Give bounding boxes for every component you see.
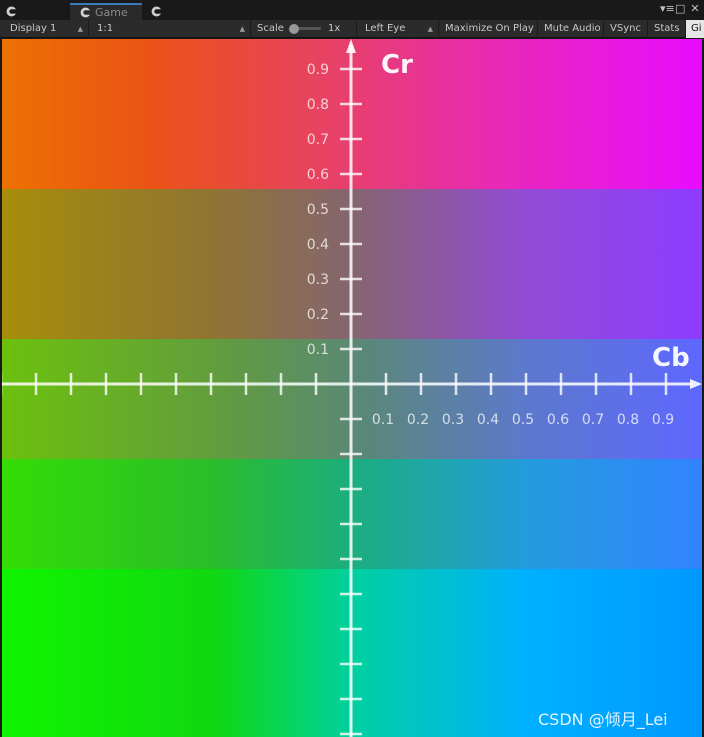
scale-value: 1x xyxy=(328,23,341,34)
display-dropdown[interactable]: Display 1 ▲ xyxy=(4,20,89,38)
scale-slider-knob[interactable] xyxy=(289,24,299,34)
vsync-label: VSync xyxy=(610,23,641,34)
dropdown-arrows-icon: ▲ xyxy=(239,25,245,33)
unity-icon xyxy=(6,6,17,17)
cb-axis-label: Cb xyxy=(652,343,690,373)
cb-tick-label: 0.7 xyxy=(582,412,604,428)
window-controls: ▾≡ □ ✕ xyxy=(660,2,700,16)
gizmos-label: Gi xyxy=(691,23,702,34)
mute-audio-toggle[interactable]: Mute Audio xyxy=(538,20,604,38)
cb-tick-label: 0.9 xyxy=(652,412,674,428)
tab-strip: Game ▾≡ □ ✕ xyxy=(0,0,704,20)
cb-tick-label: 0.1 xyxy=(372,412,394,428)
maximize-icon[interactable]: □ xyxy=(675,2,685,16)
mute-label: Mute Audio xyxy=(544,23,601,34)
cr-axis-label: Cr xyxy=(381,50,413,80)
cr-tick-label: 0.4 xyxy=(307,237,329,253)
dropdown-arrows-icon: ▲ xyxy=(77,25,83,33)
stats-label: Stats xyxy=(654,23,680,34)
gizmos-toggle[interactable]: Gi xyxy=(686,20,704,38)
stats-toggle[interactable]: Stats xyxy=(648,20,686,38)
menu-icon[interactable]: ▾≡ xyxy=(660,2,675,16)
tab-game-label: Game xyxy=(95,6,128,19)
cb-tick-label: 0.3 xyxy=(442,412,464,428)
close-icon[interactable]: ✕ xyxy=(690,2,700,16)
tab-unity-right[interactable] xyxy=(151,3,166,20)
cb-tick-label: 0.5 xyxy=(512,412,534,428)
vsync-toggle[interactable]: VSync xyxy=(604,20,648,38)
eye-label: Left Eye xyxy=(365,23,406,34)
aspect-label: 1:1 xyxy=(97,23,114,34)
cr-tick-label: 0.5 xyxy=(307,202,329,218)
tab-unity-left[interactable] xyxy=(6,3,21,20)
cr-tick-label: 0.1 xyxy=(307,342,329,358)
cr-tick-label: 0.8 xyxy=(307,97,329,113)
display-label: Display 1 xyxy=(10,23,57,34)
cb-tick-label: 0.8 xyxy=(617,412,639,428)
watermark: CSDN @倾月_Lei xyxy=(538,710,668,729)
color-plane-svg: 0.9 0.8 0.7 0.6 0.5 0.4 0.3 0.2 0.1 0.1 0.2 0.3 0.4 0… xyxy=(2,39,702,737)
cr-tick-label: 0.2 xyxy=(307,307,329,323)
game-icon xyxy=(80,7,91,18)
scale-control: Scale 1x xyxy=(251,20,357,38)
maximize-label: Maximize On Play xyxy=(445,23,534,34)
aspect-dropdown[interactable]: 1:1 ▲ xyxy=(91,20,251,38)
cr-tick-label: 0.7 xyxy=(307,132,329,148)
dropdown-arrows-icon: ▲ xyxy=(427,25,433,33)
cb-tick-label: 0.6 xyxy=(547,412,569,428)
cr-tick-label: 0.9 xyxy=(307,62,329,78)
cbcr-color-plane: 0.9 0.8 0.7 0.6 0.5 0.4 0.3 0.2 0.1 0.1 0.2 0.3 0.4 0… xyxy=(2,39,702,737)
cr-tick-label: 0.6 xyxy=(307,167,329,183)
eye-dropdown[interactable]: Left Eye ▲ xyxy=(359,20,439,38)
game-view[interactable]: 0.9 0.8 0.7 0.6 0.5 0.4 0.3 0.2 0.1 0.1 0.2 0.3 0.4 0… xyxy=(2,39,702,737)
unity-icon xyxy=(151,6,162,17)
cb-tick-label: 0.4 xyxy=(477,412,499,428)
cb-tick-label: 0.2 xyxy=(407,412,429,428)
tab-game[interactable]: Game xyxy=(70,3,142,20)
scale-label: Scale xyxy=(257,23,284,34)
cr-tick-label: 0.3 xyxy=(307,272,329,288)
game-toolbar: Display 1 ▲ 1:1 ▲ Scale 1x Left Eye ▲ Ma… xyxy=(0,20,704,38)
maximize-on-play-toggle[interactable]: Maximize On Play xyxy=(439,20,538,38)
